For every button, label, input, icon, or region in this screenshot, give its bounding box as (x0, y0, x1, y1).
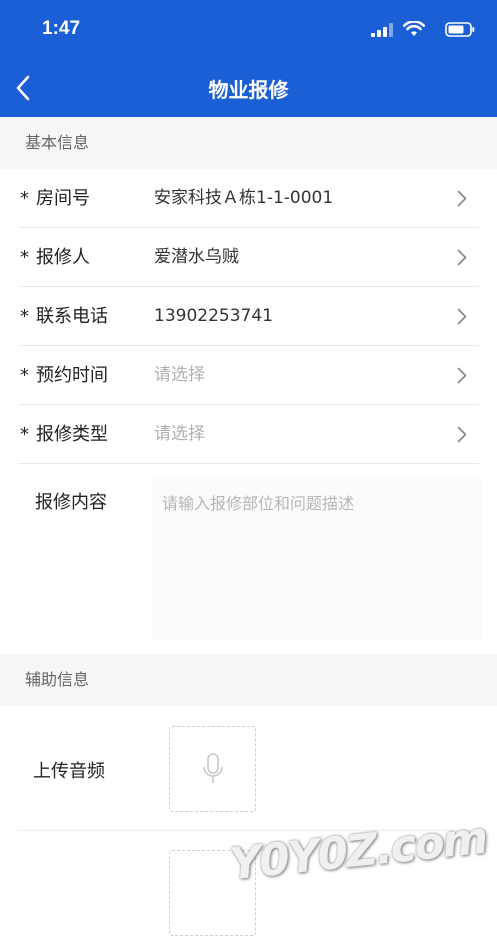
repair-content-textarea[interactable] (152, 478, 482, 640)
section-header-basic: 基本信息 (0, 117, 497, 169)
upload-audio-button[interactable] (169, 726, 256, 812)
page-title: 物业报修 (0, 74, 497, 103)
chevron-right-icon (457, 308, 467, 325)
row-label-text: 房间号 (36, 188, 90, 209)
chevron-right-icon (457, 367, 467, 384)
required-mark: * (20, 247, 29, 268)
section-header-aux: 辅助信息 (0, 654, 497, 706)
form-row-phone[interactable]: * 联系电话 13902253741 (0, 287, 497, 346)
chevron-right-icon (457, 190, 467, 207)
phone-value: 13902253741 (154, 287, 273, 346)
upload-audio-label: 上传音频 (33, 757, 105, 783)
room-number-value: 安家科技Ａ栋1-1-0001 (154, 169, 333, 228)
form-row-appointment-time[interactable]: * 预约时间 请选择 (0, 346, 497, 405)
microphone-icon (202, 753, 224, 785)
watermark-logo: Y0Y0Z.com (227, 813, 489, 891)
nav-bar: 物业报修 (0, 60, 497, 117)
status-time: 1:47 (42, 18, 80, 40)
row-label-text: 联系电话 (36, 306, 108, 327)
status-icons (365, 22, 475, 38)
status-bar: 1:47 (0, 0, 497, 60)
form-row-room-number[interactable]: * 房间号 安家科技Ａ栋1-1-0001 (0, 169, 497, 228)
repair-type-placeholder: 请选择 (154, 405, 205, 464)
form-row-reporter[interactable]: * 报修人 爱潜水乌贼 (0, 228, 497, 287)
wifi-icon (403, 21, 425, 37)
row-label: * 预约时间 (20, 346, 108, 405)
required-mark: * (20, 365, 29, 386)
row-divider (18, 463, 479, 464)
battery-icon (445, 22, 475, 37)
row-label-text: 预约时间 (36, 365, 108, 386)
row-label: * 报修人 (20, 228, 90, 287)
app-header: 1:47 物业报修 (0, 0, 497, 117)
row-label-text: 报修类型 (36, 424, 108, 445)
row-label: * 报修类型 (20, 405, 108, 464)
appointment-time-placeholder: 请选择 (154, 346, 205, 405)
row-label: * 联系电话 (20, 287, 108, 346)
required-mark: * (20, 188, 29, 209)
required-mark: * (20, 424, 29, 445)
chevron-right-icon (457, 249, 467, 266)
repair-content-label: 报修内容 (35, 488, 107, 514)
chevron-right-icon (457, 426, 467, 443)
row-label: * 房间号 (20, 169, 90, 228)
required-mark: * (20, 306, 29, 327)
signal-icon (371, 23, 393, 37)
row-label-text: 报修人 (36, 247, 90, 268)
reporter-value: 爱潜水乌贼 (154, 228, 239, 287)
form-row-repair-type[interactable]: * 报修类型 请选择 (0, 405, 497, 464)
